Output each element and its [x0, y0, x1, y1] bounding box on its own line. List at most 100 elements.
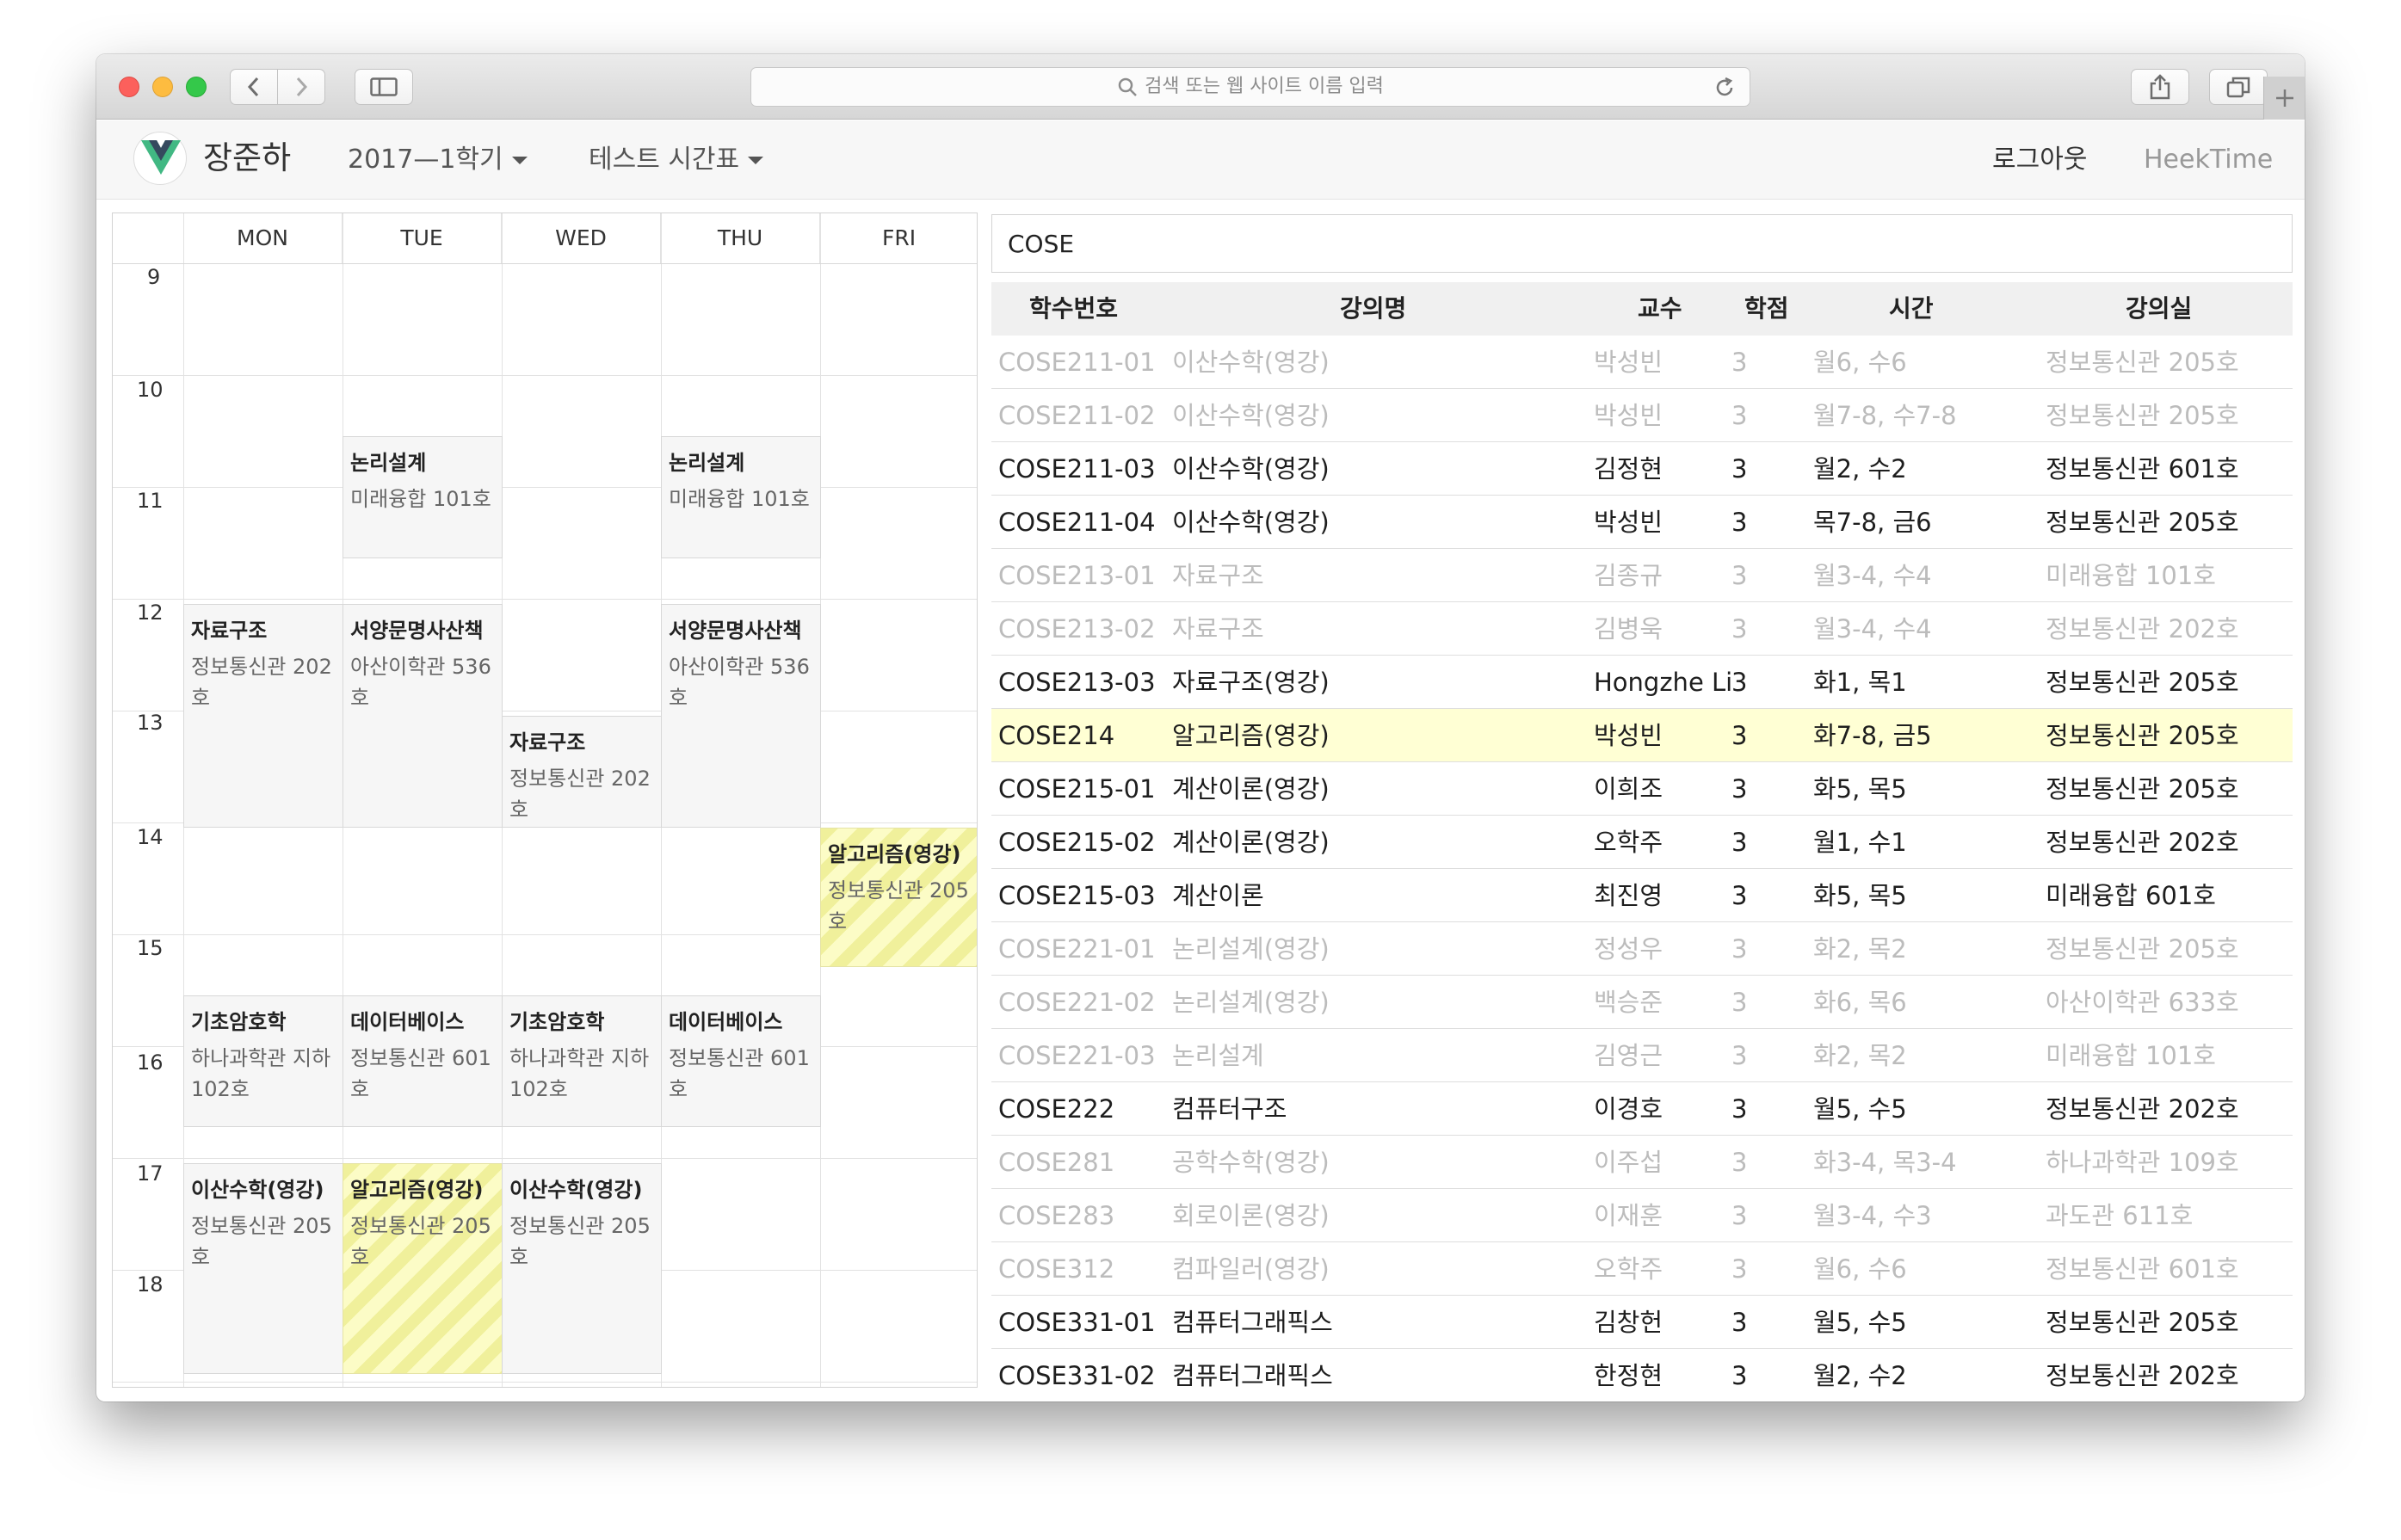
- course-block-title: 서양문명사산책: [350, 619, 484, 643]
- course-code: COSE281: [998, 1148, 1115, 1177]
- course-block[interactable]: 알고리즘(영강) 정보통신관 205호: [820, 828, 977, 967]
- course-block[interactable]: 서양문명사산책 아산이학관 536호: [661, 604, 821, 828]
- course-block[interactable]: 자료구조 정보통신관 202호: [183, 604, 343, 828]
- share-button[interactable]: [2131, 69, 2189, 105]
- course-row[interactable]: COSE211-03 이산수학(영강) 김정현 3 월2, 수2 정보통신관 601호: [991, 442, 2293, 496]
- course-table-header: 학수번호 강의명 교수 학점 시간 강의실: [991, 282, 2293, 336]
- address-placeholder: 검색 또는 웹 사이트 이름 입력: [751, 68, 1750, 106]
- chevron-left-icon: [247, 77, 259, 97]
- course-code: COSE211-01: [998, 348, 1156, 377]
- course-row[interactable]: COSE222 컴퓨터구조 이경호 3 월5, 수5 정보통신관 202호: [991, 1082, 2293, 1136]
- course-block[interactable]: 논리설계 미래융합 101호: [343, 436, 503, 558]
- column-header-room: 강의실: [2126, 294, 2193, 323]
- course-credits: 3: [1731, 828, 1748, 857]
- course-room: 과도관 611호: [2046, 1201, 2194, 1230]
- course-name: 공학수학(영강): [1172, 1148, 1330, 1177]
- course-time: 월2, 수2: [1813, 454, 1907, 484]
- course-block[interactable]: 데이터베이스 정보통신관 601호: [661, 995, 821, 1127]
- day-header-fri: FRI: [820, 213, 977, 263]
- course-block-title: 논리설계: [669, 451, 745, 475]
- course-block-room: 정보통신관 205호: [509, 1214, 651, 1269]
- course-row: COSE281 공학수학(영강) 이주섭 3 화3-4, 목3-4 하나과학관 109호: [991, 1136, 2293, 1189]
- course-time: 월6, 수6: [1813, 1254, 1907, 1284]
- course-block-title: 데이터베이스: [350, 1010, 465, 1034]
- course-room: 정보통신관 202호: [2046, 828, 2239, 857]
- course-credits: 3: [1731, 614, 1748, 644]
- course-professor: 김병욱: [1594, 614, 1663, 644]
- course-name: 이산수학(영강): [1172, 508, 1330, 537]
- course-room: 정보통신관 205호: [2046, 348, 2239, 377]
- course-time: 월3-4, 수4: [1813, 614, 1932, 644]
- course-row[interactable]: COSE213-03 자료구조(영강) Hongzhe Li 3 화1, 목1 정보통신관…: [991, 656, 2293, 709]
- course-credits: 3: [1731, 454, 1748, 484]
- course-professor: 이주섭: [1594, 1148, 1663, 1177]
- timetable-grid: MON TUE WED THU FRI 9 10 11 12 13 14 15 16 17 18 논리설계 미래…: [112, 213, 978, 1388]
- course-row: COSE211-01 이산수학(영강) 박성빈 3 월6, 수6 정보통신관 205호: [991, 336, 2293, 389]
- address-placeholder-text: 검색 또는 웹 사이트 이름 입력: [1145, 76, 1384, 97]
- course-block[interactable]: 자료구조 정보통신관 202호: [502, 716, 662, 828]
- course-block[interactable]: 데이터베이스정보통신관 601호: [343, 995, 503, 1127]
- course-code: COSE215-02: [998, 828, 1156, 857]
- course-block-title: 기초암호학: [509, 1010, 605, 1034]
- course-row[interactable]: COSE215-02 계산이론(영강) 오학주 3 월1, 수1 정보통신관 202호: [991, 816, 2293, 869]
- course-block[interactable]: 기초암호학 하나과학관 지하102호: [183, 995, 343, 1127]
- course-block[interactable]: 알고리즘(영강) 정보통신관 205호: [343, 1163, 503, 1374]
- column-header-code: 학수번호: [1029, 294, 1119, 323]
- course-name: 계산이론(영강): [1172, 774, 1330, 804]
- forward-button[interactable]: [277, 69, 325, 105]
- timetable-dropdown[interactable]: 테스트 시간표: [589, 143, 764, 177]
- course-room: 아산이학관 633호: [2046, 988, 2239, 1017]
- course-name: 컴퓨터그래픽스: [1172, 1361, 1333, 1390]
- hour-label: 15: [137, 936, 164, 960]
- sidebar-toggle-button[interactable]: [355, 69, 413, 105]
- course-row[interactable]: COSE215-03 계산이론 최진영 3 화5, 목5 미래융합 601호: [991, 869, 2293, 922]
- course-professor: 박성빈: [1594, 508, 1663, 537]
- course-block-title: 이산수학(영강): [191, 1178, 324, 1202]
- course-block-room: 정보통신관 202호: [191, 655, 332, 710]
- day-header-thu: THU: [661, 213, 820, 263]
- new-tab-button[interactable]: [2263, 77, 2305, 120]
- app-header: 장준하 2017—1학기 테스트 시간표 로그아웃 HeekTime: [96, 120, 2305, 200]
- course-name: 컴퓨터구조: [1172, 1094, 1287, 1124]
- course-room: 정보통신관 202호: [2046, 1094, 2239, 1124]
- address-bar[interactable]: 검색 또는 웹 사이트 이름 입력: [750, 67, 1750, 107]
- zoom-window-button[interactable]: [186, 77, 207, 97]
- course-row[interactable]: COSE214 알고리즘(영강) 박성빈 3 화7-8, 금5 정보통신관 205호: [991, 709, 2293, 762]
- reload-icon[interactable]: [1713, 77, 1736, 99]
- hour-label: 10: [137, 378, 164, 402]
- back-button[interactable]: [230, 69, 278, 105]
- brand-link[interactable]: HeekTime: [2144, 143, 2273, 177]
- course-professor: 김창헌: [1594, 1308, 1663, 1337]
- course-block[interactable]: 논리설계 미래융합 101호: [661, 436, 821, 558]
- course-time: 화6, 목6: [1813, 988, 1907, 1017]
- semester-dropdown[interactable]: 2017—1학기: [348, 143, 528, 177]
- course-credits: 3: [1731, 774, 1748, 804]
- course-room: 정보통신관 205호: [2046, 401, 2239, 430]
- course-name: 자료구조: [1172, 561, 1264, 590]
- course-room: 정보통신관 205호: [2046, 508, 2239, 537]
- course-block-room: 정보통신관 205호: [350, 1214, 491, 1269]
- close-window-button[interactable]: [119, 77, 139, 97]
- course-code: COSE213-01: [998, 561, 1156, 590]
- tabs-overview-button[interactable]: [2209, 69, 2268, 105]
- hour-label: 9: [147, 265, 161, 289]
- course-block[interactable]: 이산수학(영강) 정보통신관 205호: [183, 1163, 343, 1374]
- course-block-room: 정보통신관 601호: [350, 1046, 491, 1101]
- search-icon: [1118, 77, 1137, 96]
- course-row[interactable]: COSE211-04 이산수학(영강) 박성빈 3 목7-8, 금6 정보통신관 205호: [991, 496, 2293, 549]
- course-code: COSE312: [998, 1254, 1115, 1284]
- course-block[interactable]: 기초암호학 하나과학관 지하102호: [502, 995, 662, 1127]
- course-time: 화1, 목1: [1813, 668, 1907, 697]
- logout-link[interactable]: 로그아웃: [1992, 143, 2087, 177]
- course-time: 월5, 수5: [1813, 1308, 1907, 1337]
- course-search-input[interactable]: [991, 214, 2293, 273]
- course-block[interactable]: 서양문명사산책 아산이학관 536호: [343, 604, 503, 828]
- course-block[interactable]: 이산수학(영강) 정보통신관 205호: [502, 1163, 662, 1374]
- course-code: COSE213-02: [998, 614, 1156, 644]
- course-row[interactable]: COSE331-02 컴퓨터그래픽스 한정현 3 월2, 수2 정보통신관 202호: [991, 1349, 2293, 1401]
- course-row[interactable]: COSE331-01 컴퓨터그래픽스 김창헌 3 월5, 수5 정보통신관 205호: [991, 1296, 2293, 1349]
- minimize-window-button[interactable]: [152, 77, 173, 97]
- course-row: COSE213-01 자료구조 김종규 3 월3-4, 수4 미래융합 101호: [991, 549, 2293, 602]
- course-credits: 3: [1731, 1201, 1748, 1230]
- course-row[interactable]: COSE215-01 계산이론(영강) 이희조 3 화5, 목5 정보통신관 205호: [991, 762, 2293, 816]
